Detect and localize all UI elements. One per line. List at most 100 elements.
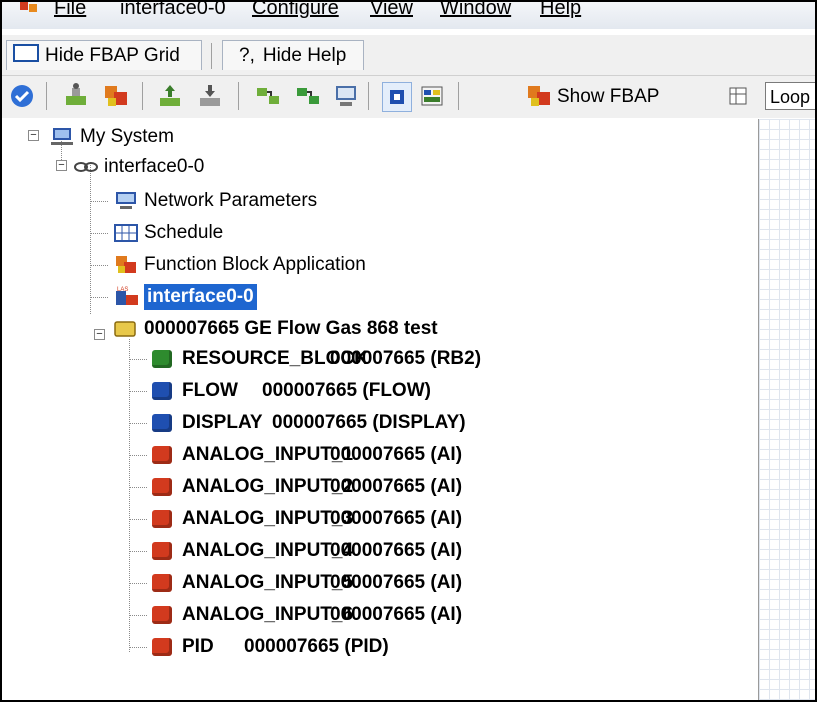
computer-icon [51, 128, 73, 145]
tree-label: Function Block Application [144, 254, 366, 275]
block-id: 000007665 (AI) [330, 508, 463, 529]
tree-connector [129, 551, 147, 552]
tree-connector [129, 423, 147, 424]
tree-connector [129, 391, 147, 392]
tree-connector [129, 339, 130, 652]
tree-connector [129, 647, 147, 648]
transducer-block-icon [152, 414, 172, 432]
tree-label: 000007665 GE Flow Gas 868 test [144, 318, 438, 339]
upload-icon[interactable] [156, 82, 184, 110]
menu-file-label: File [54, 0, 87, 19]
menu-help-label: Help [540, 0, 582, 19]
app-logo-icon [20, 2, 37, 12]
toolbar-separator [458, 82, 459, 110]
menu-window-label: Window [440, 0, 512, 19]
fbap-grid-pane[interactable] [758, 119, 815, 700]
menu-interface[interactable]: interface0-0 [120, 2, 226, 20]
block-id: 000007665 (PID) [244, 636, 389, 657]
tab-separator [211, 43, 212, 69]
block-name: ANALOG_INPUT_3 [182, 508, 354, 529]
block-name: ANALOG_INPUT_6 [182, 604, 354, 625]
block-name: ANALOG_INPUT_4 [182, 540, 354, 561]
block-id: 000007665 (AI) [330, 604, 463, 625]
block-name: PID [182, 636, 214, 657]
menu-file[interactable]: File [54, 0, 87, 20]
tree-connector [129, 359, 147, 360]
tree-connector [129, 583, 147, 584]
block-name: ANALOG_INPUT_5 [182, 572, 354, 593]
network-monitor-icon [116, 192, 136, 209]
block-id: 000007665 (DISPLAY) [272, 412, 466, 433]
function-block-icon [152, 478, 172, 496]
block-name: DISPLAY [182, 412, 263, 433]
menu-window[interactable]: Window [440, 0, 512, 20]
block-name: FLOW [182, 380, 238, 401]
show-fbap-label: Show FBAP [557, 86, 660, 107]
show-fbap-button[interactable]: Show FBAP [528, 82, 660, 112]
device-icon [114, 321, 136, 337]
tree-connector [90, 201, 108, 202]
help-icon: ?, [239, 45, 255, 66]
link-alt-icon[interactable] [294, 82, 322, 110]
function-block-icon [152, 574, 172, 592]
svg-text:LAS: LAS [117, 287, 128, 293]
las-interface-icon: LAS [116, 287, 138, 305]
block-id: 000007665 (AI) [330, 444, 463, 465]
loop-select[interactable]: Loop T [765, 82, 815, 110]
block-name: ANALOG_INPUT_1 [182, 444, 354, 465]
hide-help-button[interactable]: ?, Hide Help [222, 40, 364, 70]
menu-configure[interactable]: Configure [252, 2, 339, 20]
hide-fbap-grid-label: Hide FBAP Grid [45, 45, 180, 66]
toolbar: Show FBAP Loop T [2, 76, 815, 118]
menu-help[interactable]: Help [540, 0, 582, 20]
block-id: 000007665 (FLOW) [262, 380, 431, 401]
toolbar-separator [46, 82, 47, 110]
tree-label: Network Parameters [144, 190, 318, 211]
block-name: ANALOG_INPUT_2 [182, 476, 354, 497]
schedule-icon [114, 224, 138, 242]
tag-view-icon[interactable] [382, 82, 412, 112]
tab-bar: Hide FBAP Grid ?, Hide Help [2, 35, 815, 76]
link-icon[interactable] [254, 82, 282, 110]
download-icon[interactable] [196, 82, 224, 110]
function-block-app-icon [116, 256, 136, 273]
hide-help-label: Hide Help [262, 45, 347, 66]
menu-view-label: View [370, 0, 413, 19]
function-block-icon [152, 510, 172, 528]
menu-bar: File interface0-0 Configure View Window … [2, 2, 815, 29]
block-id: 000007665 (AI) [330, 476, 463, 497]
tree-connector [90, 233, 108, 234]
function-block-icon [152, 542, 172, 560]
device-tree: − My System − interface0-0 Network Param… [2, 119, 758, 700]
collapse-toggle[interactable]: − [28, 130, 39, 141]
tree-connector [129, 487, 147, 488]
tree-connector [90, 297, 108, 298]
block-id: 000007665 (AI) [330, 572, 463, 593]
app-window: File interface0-0 Configure View Window … [0, 0, 817, 702]
tree-connector [90, 162, 91, 314]
transducer-block-icon [152, 382, 172, 400]
function-block-icon[interactable] [102, 82, 130, 110]
resource-block-icon [152, 350, 172, 368]
collapse-toggle[interactable]: − [56, 160, 67, 171]
toolbar-separator [142, 82, 143, 110]
grid-icon[interactable] [728, 86, 748, 106]
collapse-toggle[interactable]: − [94, 329, 105, 340]
tree-connector [129, 455, 147, 456]
check-circle-icon[interactable] [8, 82, 36, 110]
monitor-icon[interactable] [332, 82, 360, 110]
hide-fbap-grid-button[interactable]: Hide FBAP Grid [6, 40, 202, 70]
function-block-icon [152, 606, 172, 624]
grid-view-icon[interactable] [418, 82, 446, 110]
tree-label: interface0-0 [104, 156, 205, 177]
device-tag-icon[interactable] [62, 82, 90, 110]
menu-view[interactable]: View [370, 0, 413, 20]
tree-connector [129, 615, 147, 616]
tree-label: My System [80, 126, 174, 147]
function-block-icon [152, 638, 172, 656]
fbap-icon [528, 86, 550, 106]
block-id: 000007665 (AI) [330, 540, 463, 561]
toolbar-separator [368, 82, 369, 110]
tree-connector [90, 265, 108, 266]
loop-select-value: Loop T [770, 87, 815, 107]
